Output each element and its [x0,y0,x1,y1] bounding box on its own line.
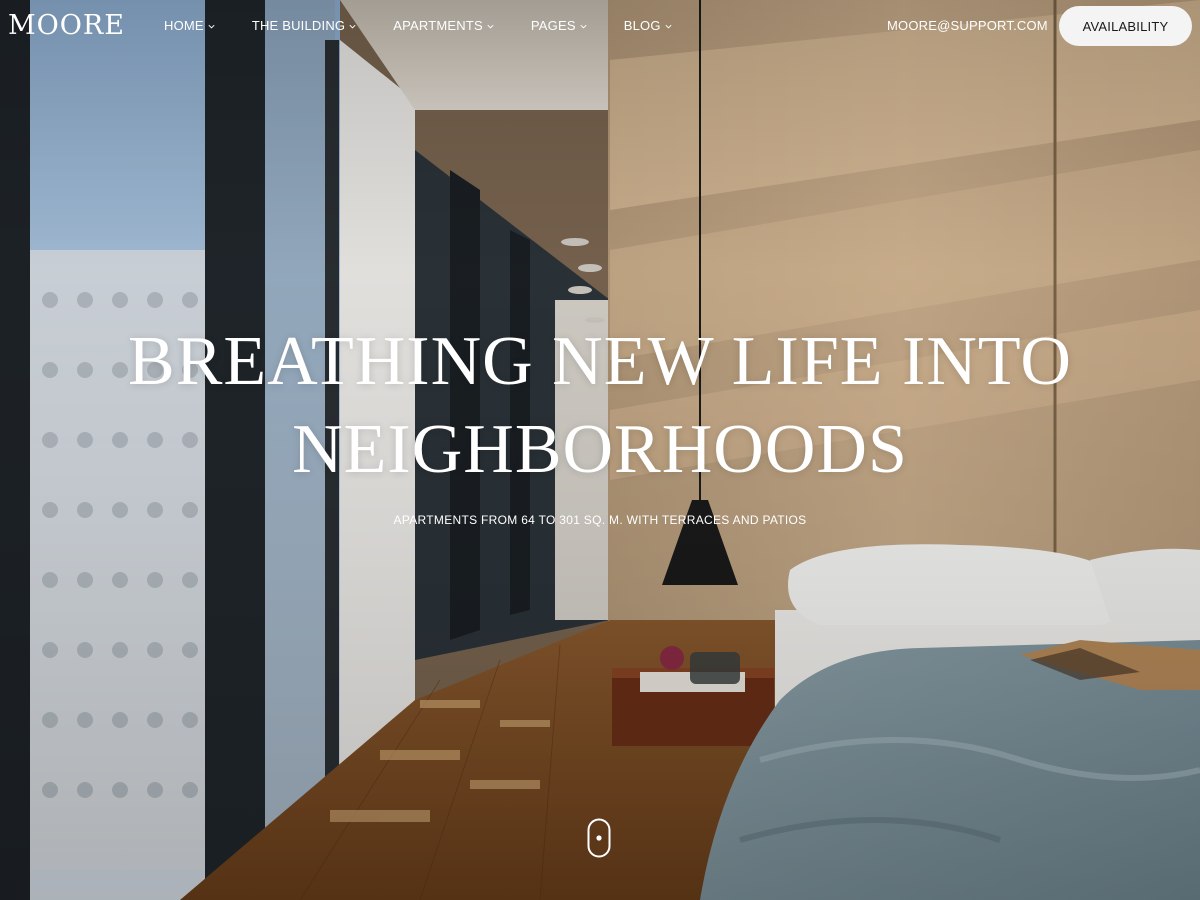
chevron-down-icon [208,24,215,28]
support-email-link[interactable]: MOORE@SUPPORT.COM [887,17,1048,35]
nav-item-label: THE BUILDING [251,18,346,33]
nav-item-label: BLOG [623,18,661,33]
nav-item-label: PAGES [530,18,576,33]
site-header: MOORE HOME THE BUILDING APARTMENTS PAGES… [0,0,1200,54]
main-navigation: HOME THE BUILDING APARTMENTS PAGES BLOG [164,17,709,35]
nav-item-the-building[interactable]: THE BUILDING [252,17,357,35]
chevron-down-icon [665,24,672,28]
hero-headline-line-2: NEIGHBORHOODS [292,411,908,488]
mouse-scroll-icon[interactable] [587,818,611,858]
hero-subline: APARTMENTS FROM 64 TO 301 SQ. M. WITH TE… [393,513,807,527]
chevron-down-icon [487,24,494,28]
nav-item-pages[interactable]: PAGES [531,17,588,35]
hero-headline-line-1: BREATHING NEW LIFE INTO [128,323,1072,400]
hero-headline: BREATHING NEW LIFE INTO NEIGHBORHOODS [100,318,1100,494]
chevron-down-icon [349,24,356,28]
nav-item-blog[interactable]: BLOG [624,17,673,35]
site-logo[interactable]: MOORE [8,10,125,42]
nav-item-home[interactable]: HOME [164,17,216,35]
nav-item-apartments[interactable]: APARTMENTS [393,17,495,35]
nav-item-label: HOME [164,18,204,33]
chevron-down-icon [580,24,587,28]
nav-item-label: APARTMENTS [393,18,483,33]
availability-button[interactable]: AVAILABILITY [1059,6,1192,46]
